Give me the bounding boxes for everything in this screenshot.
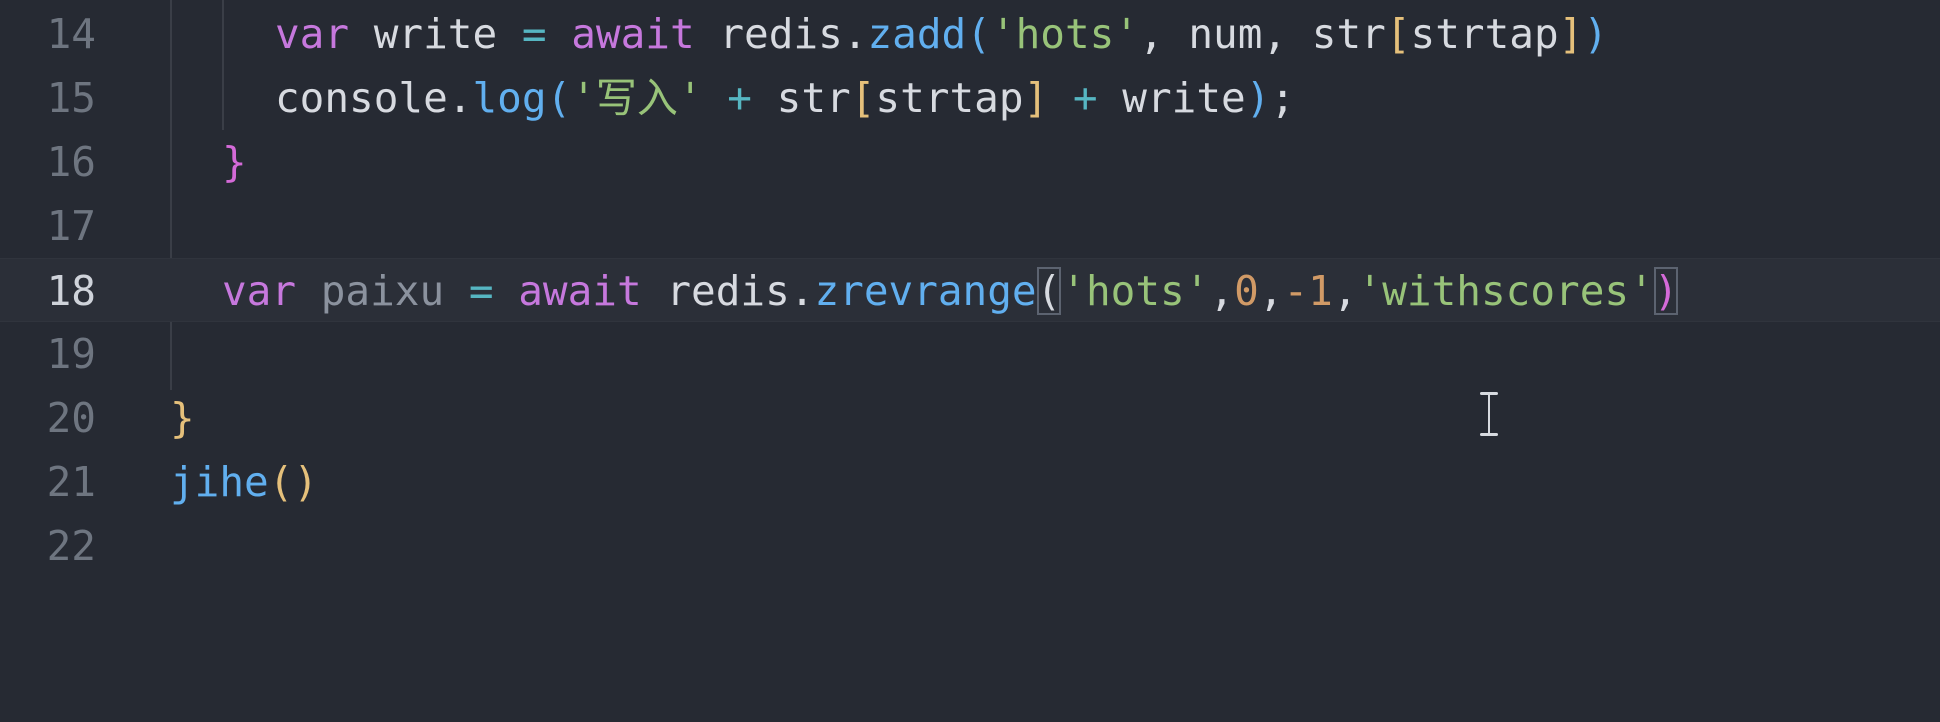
bracket: ] [1558, 10, 1584, 58]
identifier: str [776, 74, 851, 122]
bracket: ] [1023, 74, 1049, 122]
line-number: 22 [46, 522, 96, 570]
line-number: 21 [46, 458, 96, 506]
code-line-19[interactable]: 19 [0, 322, 1940, 386]
line-number: 16 [46, 138, 96, 186]
semicolon: ; [1270, 74, 1296, 122]
paren: ) [1583, 10, 1609, 58]
code-line-16[interactable]: 16 } [0, 130, 1940, 194]
operator: = [521, 10, 547, 58]
keyword-await: await [546, 10, 695, 58]
identifier: strtap [1410, 10, 1559, 58]
paren: ( [546, 74, 572, 122]
code-text[interactable]: jihe() [170, 450, 318, 514]
function-name: zrevrange [814, 267, 1037, 315]
bracket: [ [1385, 10, 1411, 58]
closing-brace[interactable]: } [170, 386, 195, 450]
paren: ) [1245, 74, 1271, 122]
string-literal: '写入' [571, 74, 703, 122]
string-literal: 'hots' [990, 10, 1139, 58]
keyword-var: var [275, 10, 350, 58]
paren: () [268, 458, 319, 506]
matched-paren: ( [1036, 267, 1062, 315]
line-number: 15 [46, 74, 96, 122]
paren: ( [966, 10, 991, 58]
line-number: 18 [46, 267, 96, 315]
code-line-20[interactable]: 20 } [0, 386, 1940, 450]
line-number: 19 [46, 330, 96, 378]
string-literal: 'hots' [1061, 267, 1210, 315]
comma: , [1258, 267, 1284, 315]
number-literal: 0 [1234, 267, 1259, 315]
comma: , [1332, 267, 1358, 315]
matched-paren: ) [1653, 267, 1679, 315]
code-line-22[interactable]: 22 [0, 514, 1940, 578]
identifier: paixu [296, 267, 469, 315]
code-line-17[interactable]: 17 [0, 194, 1940, 258]
code-line-14[interactable]: 14 var write = await redis.zadd('hots', … [0, 2, 1940, 66]
function-name: log [472, 74, 547, 122]
identifier: write [349, 10, 522, 58]
text-cursor-icon [1477, 392, 1501, 436]
keyword-var: var [222, 267, 297, 315]
code-text[interactable]: var paixu = await redis.zrevrange('hots'… [222, 259, 1679, 323]
operator: + [1048, 74, 1123, 122]
function-name: zadd [867, 10, 967, 58]
operator: = [468, 267, 494, 315]
function-call: jihe [170, 458, 269, 506]
code-editor[interactable]: 14 var write = await redis.zadd('hots', … [0, 0, 1940, 722]
arguments: , num, str [1139, 10, 1386, 58]
comma: , [1209, 267, 1235, 315]
identifier: redis. [641, 267, 815, 315]
line-number: 14 [46, 10, 96, 58]
operator: + [702, 74, 777, 122]
code-line-18-current[interactable]: 18 var paixu = await redis.zrevrange('ho… [0, 258, 1940, 322]
identifier: write [1122, 74, 1246, 122]
identifier: strtap [875, 74, 1024, 122]
bracket: [ [850, 74, 876, 122]
code-text[interactable]: var write = await redis.zadd('hots', num… [275, 2, 1608, 66]
line-number: 17 [46, 202, 96, 250]
number-literal: -1 [1283, 267, 1333, 315]
identifier: redis. [694, 10, 868, 58]
identifier: console. [275, 74, 473, 122]
closing-brace[interactable]: } [222, 130, 247, 194]
code-text[interactable]: console.log('写入' + str[strtap] + write); [275, 66, 1295, 130]
code-line-15[interactable]: 15 console.log('写入' + str[strtap] + writ… [0, 66, 1940, 130]
string-literal: 'withscores' [1357, 267, 1654, 315]
code-line-21[interactable]: 21 jihe() [0, 450, 1940, 514]
line-number: 20 [46, 394, 96, 442]
keyword-await: await [493, 267, 642, 315]
